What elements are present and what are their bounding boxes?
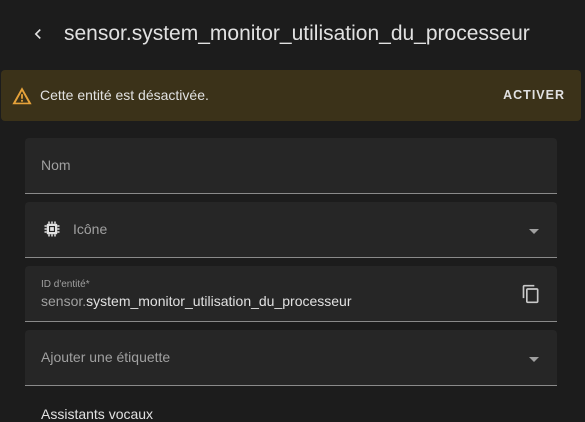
entity-id-label: ID d'entité*: [41, 279, 90, 290]
enable-button[interactable]: ACTIVER: [503, 70, 565, 121]
copy-icon[interactable]: [521, 284, 541, 304]
icon-field-label: Icône: [73, 221, 108, 237]
chevron-left-icon: [34, 29, 41, 39]
caret-down-icon: [529, 229, 539, 234]
caret-down-icon: [529, 357, 539, 362]
icon-picker[interactable]: Icône: [25, 202, 557, 258]
warning-icon: [12, 87, 32, 105]
entity-id-prefix: sensor.: [41, 293, 87, 309]
entity-id-text: system_monitor_utilisation_du_processeur: [86, 293, 352, 309]
chip-icon: [44, 221, 60, 237]
page-title: sensor.system_monitor_utilisation_du_pro…: [64, 22, 530, 45]
voice-assistants-heading: Assistants vocaux: [41, 406, 154, 422]
alert-message: Cette entité est désactivée.: [40, 87, 209, 103]
top-bar: sensor.system_monitor_utilisation_du_pro…: [0, 0, 585, 68]
label-picker-placeholder: Ajouter une étiquette: [41, 349, 171, 365]
back-button[interactable]: [22, 18, 54, 50]
entity-id-value: sensor.system_monitor_utilisation_du_pro…: [41, 293, 352, 309]
label-picker[interactable]: Ajouter une étiquette: [25, 330, 557, 386]
name-field-label: Nom: [41, 157, 71, 173]
disabled-entity-alert: Cette entité est désactivée. ACTIVER: [1, 70, 581, 121]
name-field[interactable]: Nom: [25, 138, 557, 194]
entity-id-field[interactable]: ID d'entité* sensor.system_monitor_utili…: [25, 266, 557, 322]
